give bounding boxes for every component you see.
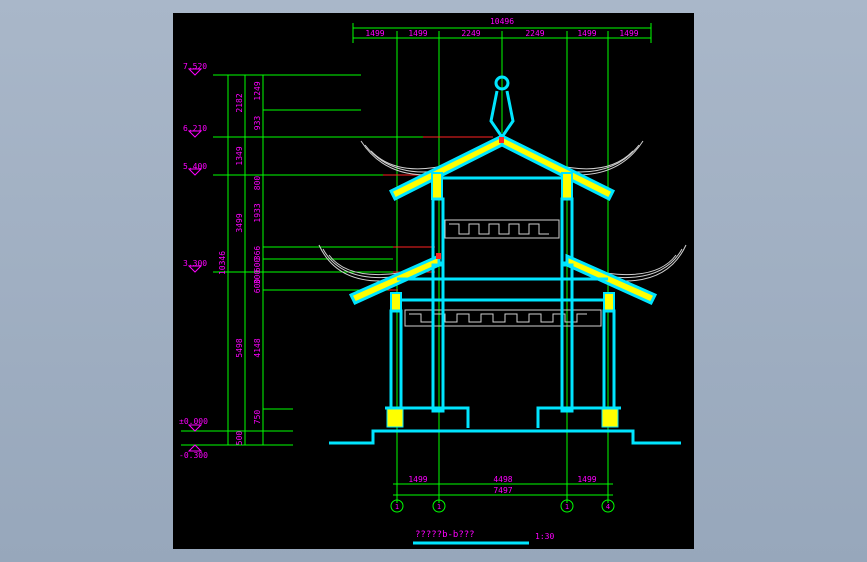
lattice-pattern — [409, 313, 587, 323]
platform — [329, 429, 681, 445]
lower-column — [431, 263, 445, 413]
dim-segment: 1499 — [408, 29, 427, 38]
dim-segment: 1499 — [577, 475, 596, 484]
level-values: 7.520 6.210 5.400 3.300 ±0.000 -0.300 — [179, 62, 208, 460]
upper-bracket — [561, 172, 573, 200]
dim-vertical: 1933 — [253, 203, 262, 222]
level-label: -0.300 — [179, 451, 208, 460]
level-label: 3.300 — [183, 259, 207, 268]
dim-vertical: 4148 — [253, 338, 262, 357]
lattice-upper — [444, 219, 560, 239]
dim-vertical: 600 — [253, 279, 262, 294]
level-label: 6.210 — [183, 124, 207, 133]
lower-bracket — [390, 292, 402, 312]
level-label: 5.400 — [183, 162, 207, 171]
dim-segment: 1499 — [365, 29, 384, 38]
axis-label: 1 — [565, 503, 569, 511]
platform-outline — [329, 429, 681, 445]
upper-bracket — [431, 172, 443, 200]
dim-segment: 1499 — [619, 29, 638, 38]
top-dimension-chain — [352, 23, 652, 43]
dim-total-top: 10496 — [490, 17, 514, 26]
dim-vertical: 1349 — [235, 146, 244, 165]
cad-viewport: 10496 1499 1499 2249 2249 1499 1499 7.52… — [0, 0, 867, 562]
dim-vertical: 800 — [253, 176, 262, 191]
bottom-dimension-text: 1499 4498 1499 7497 — [408, 475, 596, 495]
upper-columns — [431, 197, 574, 265]
column-base — [601, 408, 619, 428]
lower-column — [602, 309, 616, 413]
dim-vertical-total: 10346 — [218, 251, 227, 275]
lower-columns — [389, 263, 616, 413]
lattice-pattern — [449, 223, 549, 235]
dim-total-bottom: 7497 — [493, 486, 512, 495]
dim-vertical: 500 — [235, 431, 244, 446]
left-dimension-text: 2182 1349 3499 5498 500 10346 1249 933 8… — [218, 81, 262, 445]
upper-roof-left — [388, 133, 504, 202]
marker — [499, 137, 504, 143]
upper-roof-right — [500, 133, 616, 202]
dim-vertical: 5498 — [235, 338, 244, 357]
dim-segment: 2249 — [461, 29, 480, 38]
drawing-scale: 1:30 — [535, 532, 554, 541]
drawing-title-block: ?????b-b??? 1:30 — [413, 530, 554, 545]
benches — [385, 406, 621, 428]
lower-bracket — [603, 292, 615, 312]
drawing-canvas[interactable]: 10496 1499 1499 2249 2249 1499 1499 7.52… — [173, 13, 694, 549]
dim-vertical: 933 — [253, 116, 262, 131]
section-drawing: 10496 1499 1499 2249 2249 1499 1499 7.52… — [179, 17, 687, 545]
dim-vertical: 3499 — [235, 213, 244, 232]
dim-segment: 1499 — [408, 475, 427, 484]
dim-vertical: 2182 — [235, 93, 244, 112]
axis-bubble-labels: 1 1 1 4 — [395, 503, 610, 511]
dim-vertical: 1249 — [253, 81, 262, 100]
column-base — [386, 408, 404, 428]
axis-label: 1 — [395, 503, 399, 511]
marker — [436, 253, 441, 259]
dim-segment: 1499 — [577, 29, 596, 38]
axis-label: 1 — [437, 503, 441, 511]
upper-roof — [388, 133, 616, 202]
lower-column — [389, 309, 403, 413]
level-label: 7.520 — [183, 62, 207, 71]
dim-vertical: 750 — [253, 410, 262, 425]
lower-roof-eaves — [318, 244, 687, 282]
drawing-title: ?????b-b??? — [415, 530, 475, 540]
level-label: ±0.000 — [179, 417, 208, 426]
axis-label: 4 — [606, 503, 610, 511]
axis-bubbles — [390, 499, 615, 513]
dim-segment: 2249 — [525, 29, 544, 38]
dim-segment: 4498 — [493, 475, 512, 484]
